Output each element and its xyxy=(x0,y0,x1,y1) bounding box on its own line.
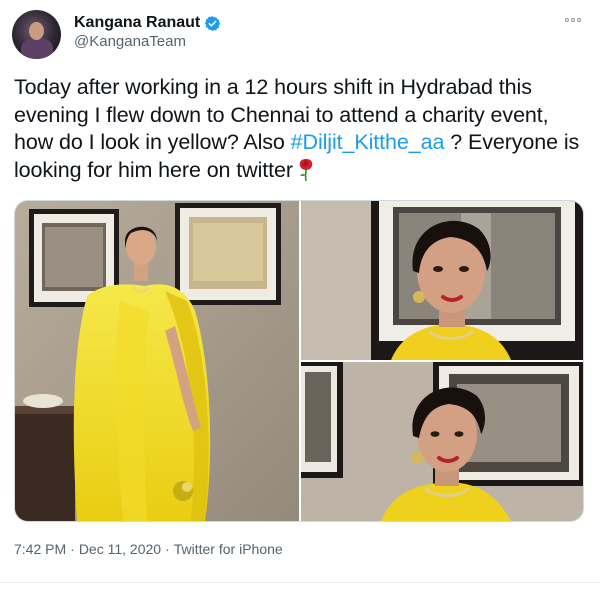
more-dot-icon xyxy=(571,18,575,22)
hashtag-link[interactable]: #Diljit_Kitthe_aa xyxy=(291,130,445,154)
photo-portrait-side[interactable] xyxy=(301,362,583,521)
author-handle[interactable]: @KanganaTeam xyxy=(74,33,186,50)
author-display-name[interactable]: Kangana Ranaut xyxy=(74,14,200,32)
tweet-card: Kangana Ranaut @KanganaTeam Today after … xyxy=(0,0,600,600)
media-grid xyxy=(14,200,584,522)
rose-icon xyxy=(297,157,315,181)
more-options-icon[interactable] xyxy=(562,14,584,26)
meta-separator: · xyxy=(70,541,75,557)
tweet-source[interactable]: Twitter for iPhone xyxy=(174,541,283,557)
photo-seated-yellow-saree[interactable] xyxy=(15,201,299,521)
meta-separator: · xyxy=(165,541,170,557)
verified-badge-icon xyxy=(204,15,221,32)
photo-portrait-closeup[interactable] xyxy=(301,201,583,360)
tweet-text: Today after working in a 12 hours shift … xyxy=(14,74,589,184)
tweet-meta: 7:42 PM · Dec 11, 2020 · Twitter for iPh… xyxy=(14,541,283,557)
tweet-time[interactable]: 7:42 PM xyxy=(14,541,66,557)
tweet-date[interactable]: Dec 11, 2020 xyxy=(79,541,161,557)
divider xyxy=(0,582,600,583)
author-name-row: Kangana Ranaut xyxy=(74,13,221,33)
more-dot-icon xyxy=(577,18,581,22)
avatar-body xyxy=(21,38,53,59)
avatar-face xyxy=(29,22,44,40)
more-dot-icon xyxy=(565,18,569,22)
author-avatar[interactable] xyxy=(12,10,61,59)
